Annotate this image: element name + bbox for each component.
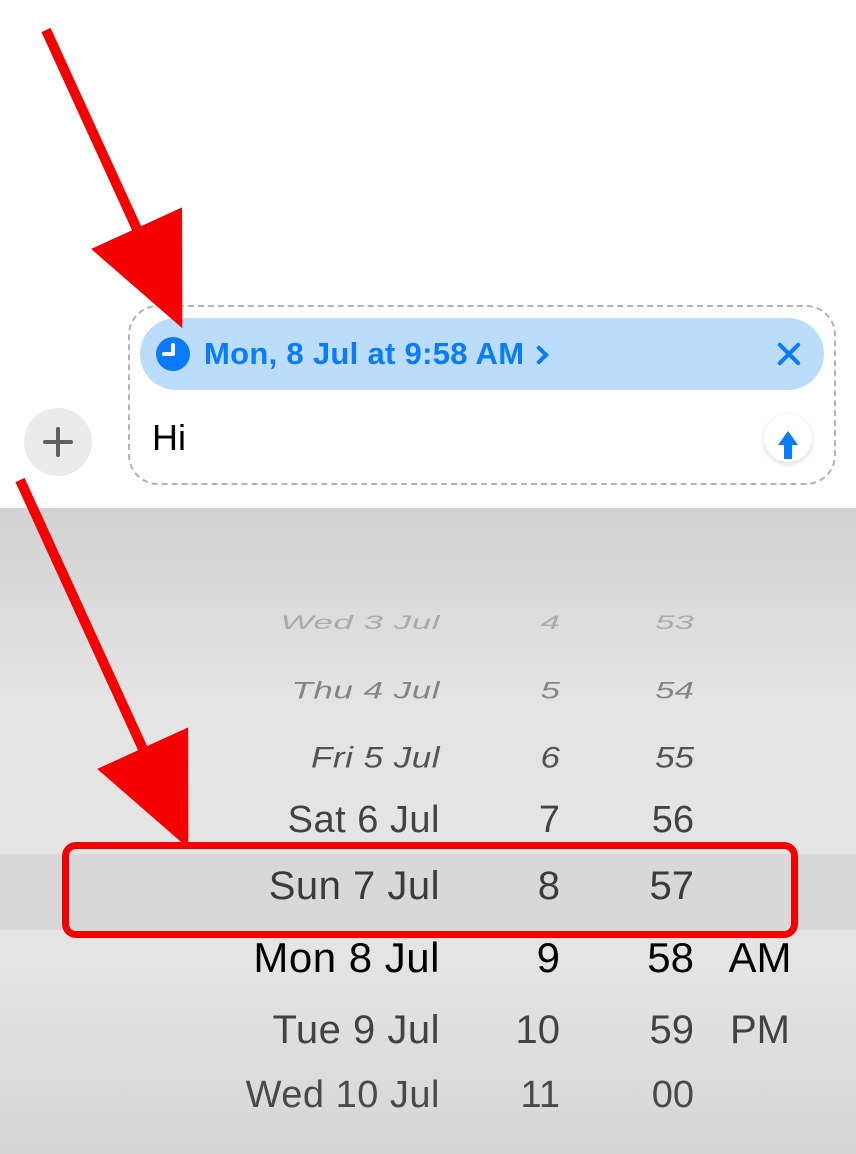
clear-schedule-button[interactable] — [774, 339, 804, 369]
picker-row-selected[interactable]: Mon 8 Jul 9 58 AM — [0, 920, 856, 996]
chevron-right-icon — [529, 345, 549, 365]
add-button[interactable] — [24, 408, 92, 476]
schedule-pill[interactable]: Mon, 8 Jul at 9:58 AM — [140, 318, 824, 390]
picker-row[interactable]: Tue 9 Jul 10 59 PM — [0, 996, 856, 1064]
picker-row[interactable]: Thu 11 Jul 12 01 — [0, 1141, 856, 1154]
schedule-label: Mon, 8 Jul at 9:58 AM — [204, 336, 524, 372]
clock-icon — [156, 337, 190, 371]
picker-row[interactable]: Wed 3 Jul 4 53 — [0, 605, 856, 640]
message-input[interactable]: Hi — [152, 417, 764, 459]
picker-row[interactable]: Sun 7 Jul 8 57 — [0, 852, 856, 920]
compose-row: Hi — [152, 408, 812, 468]
plus-icon — [43, 427, 73, 457]
arrow-up-icon — [778, 431, 798, 445]
send-button[interactable] — [764, 414, 812, 462]
picker-row[interactable]: Wed 10 Jul 11 00 — [0, 1064, 856, 1127]
datetime-picker[interactable]: Wed 3 Jul 4 53 Thu 4 Jul 5 54 Fri 5 Jul … — [0, 600, 856, 1154]
picker-row[interactable]: Fri 5 Jul 6 55 — [0, 731, 856, 785]
picker-row[interactable]: Thu 4 Jul 5 54 — [0, 668, 856, 712]
picker-row[interactable]: Sat 6 Jul 7 56 — [0, 789, 856, 852]
